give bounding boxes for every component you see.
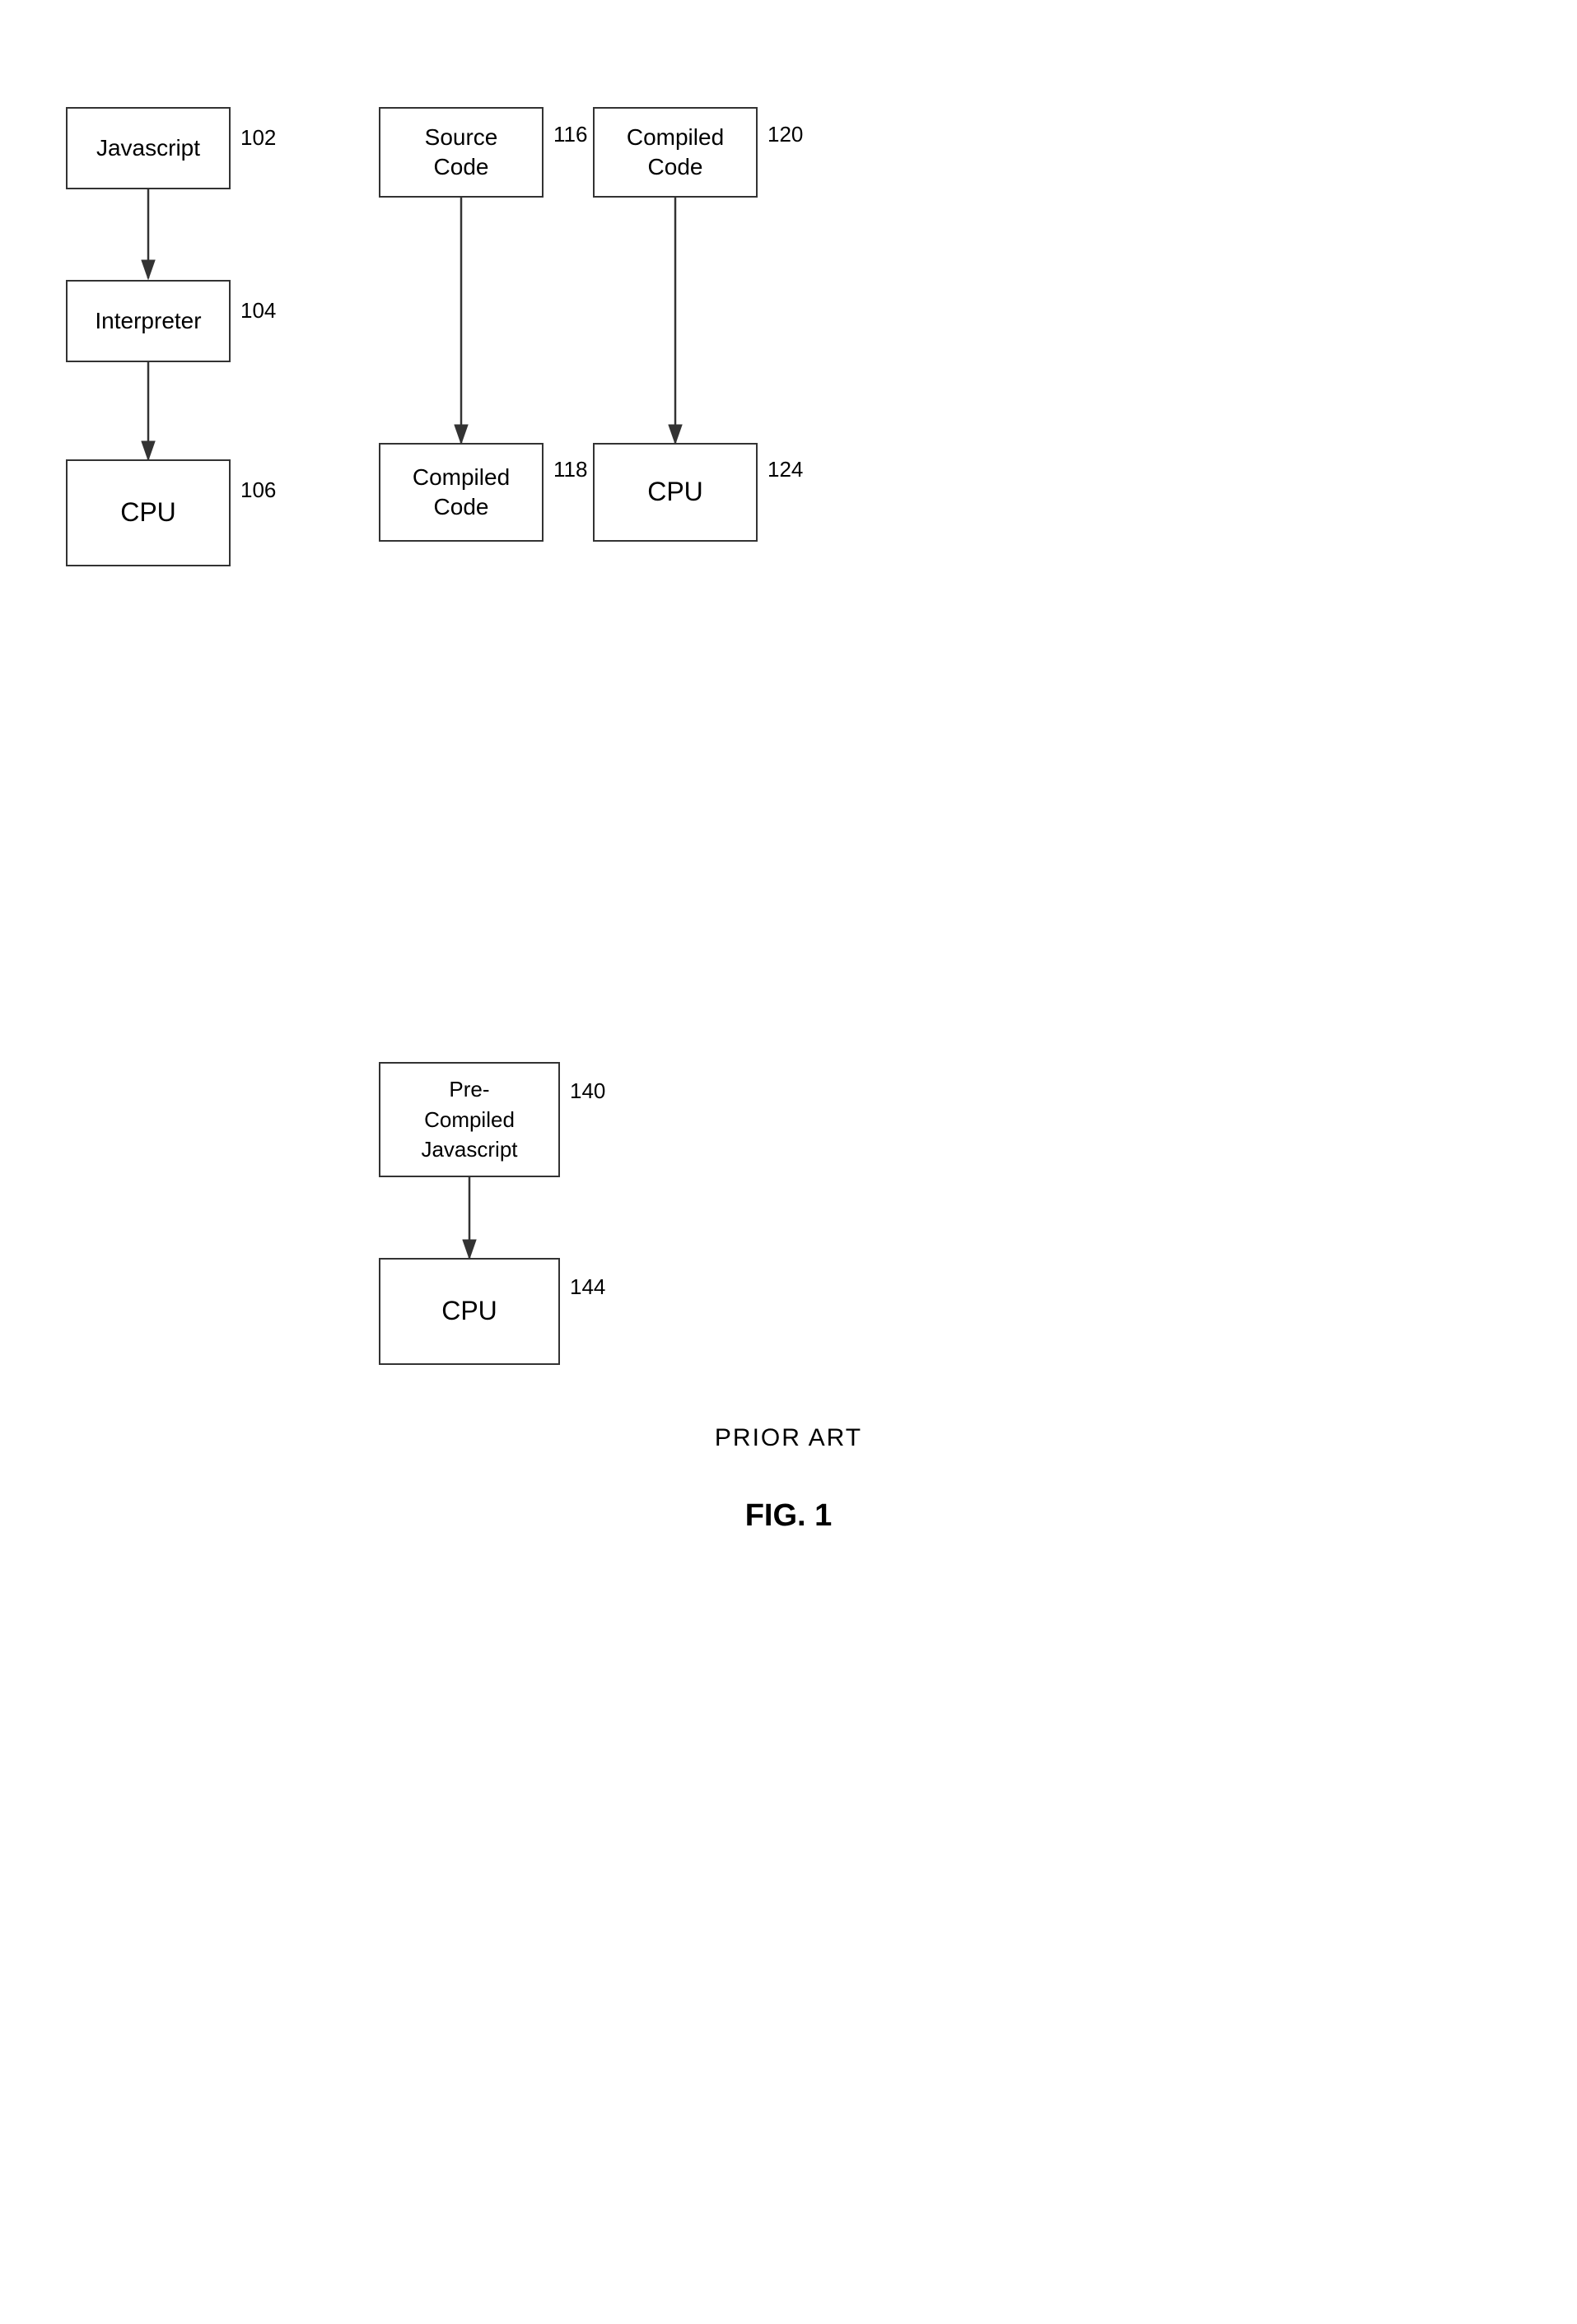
source-code-box: SourceCode: [379, 107, 544, 198]
interpreter-box: Interpreter: [66, 280, 231, 362]
page: Javascript 102 Interpreter 104 CPU 106 S…: [0, 0, 1577, 2324]
cpu-box-144: CPU: [379, 1258, 560, 1365]
precompiled-box: Pre-CompiledJavascript: [379, 1062, 560, 1177]
interpreter-label: Interpreter: [95, 306, 201, 336]
fig-label: FIG. 1: [0, 1498, 1577, 1534]
ref-140: 140: [570, 1078, 605, 1104]
ref-124: 124: [768, 457, 803, 482]
ref-106: 106: [240, 477, 276, 503]
source-code-label: SourceCode: [425, 123, 498, 183]
ref-118: 118: [553, 457, 587, 482]
precompiled-label: Pre-CompiledJavascript: [421, 1074, 517, 1164]
ref-116: 116: [553, 122, 587, 147]
javascript-label: Javascript: [96, 133, 200, 163]
cpu-box-124: CPU: [593, 443, 758, 542]
ref-144: 144: [570, 1274, 605, 1300]
javascript-box: Javascript: [66, 107, 231, 189]
cpu-label-1: CPU: [120, 496, 176, 530]
compiled-code-118-box: CompiledCode: [379, 443, 544, 542]
prior-art-label: PRIOR ART: [0, 1424, 1577, 1452]
compiled-code-120-box: CompiledCode: [593, 107, 758, 198]
cpu-label-144: CPU: [441, 1294, 497, 1329]
cpu-label-124: CPU: [647, 475, 703, 510]
arrows-svg: [0, 0, 1577, 2324]
compiled-code-120-label: CompiledCode: [627, 123, 724, 183]
ref-102: 102: [240, 125, 276, 151]
compiled-code-118-label: CompiledCode: [413, 463, 510, 523]
cpu-box-1: CPU: [66, 459, 231, 566]
ref-104: 104: [240, 298, 276, 324]
ref-120: 120: [768, 122, 803, 147]
